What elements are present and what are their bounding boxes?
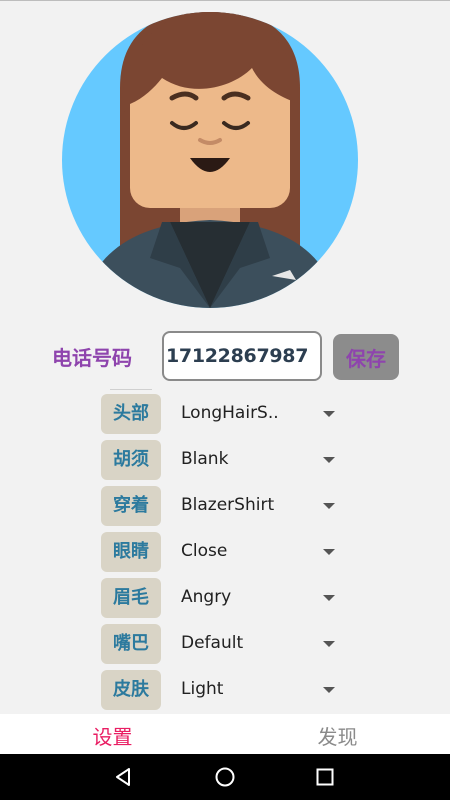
eyebrows-select[interactable]: Angry [174, 575, 344, 621]
select-value: Light [181, 679, 224, 699]
option-row-beard: 胡须 Blank [100, 437, 360, 483]
dropdown-arrow-icon [323, 457, 335, 463]
select-value: LongHairS.. [181, 403, 279, 423]
eyes-select[interactable]: Close [174, 529, 344, 575]
status-divider [0, 0, 450, 1]
option-row-head: 头部 LongHairS.. [100, 391, 360, 437]
dropdown-arrow-icon [323, 687, 335, 693]
option-label: 皮肤 [101, 670, 161, 710]
dropdown-arrow-icon [323, 641, 335, 647]
option-label: 眉毛 [101, 578, 161, 618]
back-icon[interactable] [113, 766, 135, 788]
option-row-skin: 皮肤 Light [100, 667, 360, 713]
avatar-illustration [62, 12, 358, 308]
clothes-select[interactable]: BlazerShirt [174, 483, 344, 529]
avatar-options-list: 头部 LongHairS.. 胡须 Blank 穿着 BlazerShirt 眼… [100, 391, 360, 713]
dropdown-arrow-icon [323, 549, 335, 555]
dropdown-arrow-icon [323, 503, 335, 509]
option-label: 胡须 [101, 440, 161, 480]
option-label: 嘴巴 [101, 624, 161, 664]
select-value: BlazerShirt [181, 495, 275, 515]
bottom-tab-bar: 设置 发现 [0, 714, 450, 754]
dropdown-arrow-icon [323, 595, 335, 601]
tab-discover[interactable]: 发现 [225, 714, 450, 754]
option-label: 头部 [101, 394, 161, 434]
home-icon[interactable] [214, 766, 236, 788]
phone-input[interactable] [162, 331, 322, 381]
tab-settings[interactable]: 设置 [0, 714, 225, 754]
mouth-select[interactable]: Default [174, 621, 344, 667]
option-label: 眼睛 [101, 532, 161, 572]
face [130, 68, 290, 208]
option-row-mouth: 嘴巴 Default [100, 621, 360, 667]
option-row-eyes: 眼睛 Close [100, 529, 360, 575]
avatar [62, 8, 358, 308]
select-value: Default [181, 633, 244, 653]
beard-select[interactable]: Blank [174, 437, 344, 483]
option-label: 穿着 [101, 486, 161, 526]
divider [110, 389, 152, 390]
select-value: Angry [181, 587, 232, 607]
select-value: Close [181, 541, 228, 561]
select-value: Blank [181, 449, 229, 469]
option-row-clothes: 穿着 BlazerShirt [100, 483, 360, 529]
system-nav-bar [0, 754, 450, 800]
save-button[interactable]: 保存 [333, 334, 399, 380]
recents-icon[interactable] [314, 766, 336, 788]
option-row-eyebrows: 眉毛 Angry [100, 575, 360, 621]
dropdown-arrow-icon [323, 411, 335, 417]
head-select[interactable]: LongHairS.. [174, 391, 344, 437]
skin-select[interactable]: Light [174, 667, 344, 713]
phone-label: 电话号码 [52, 346, 132, 370]
